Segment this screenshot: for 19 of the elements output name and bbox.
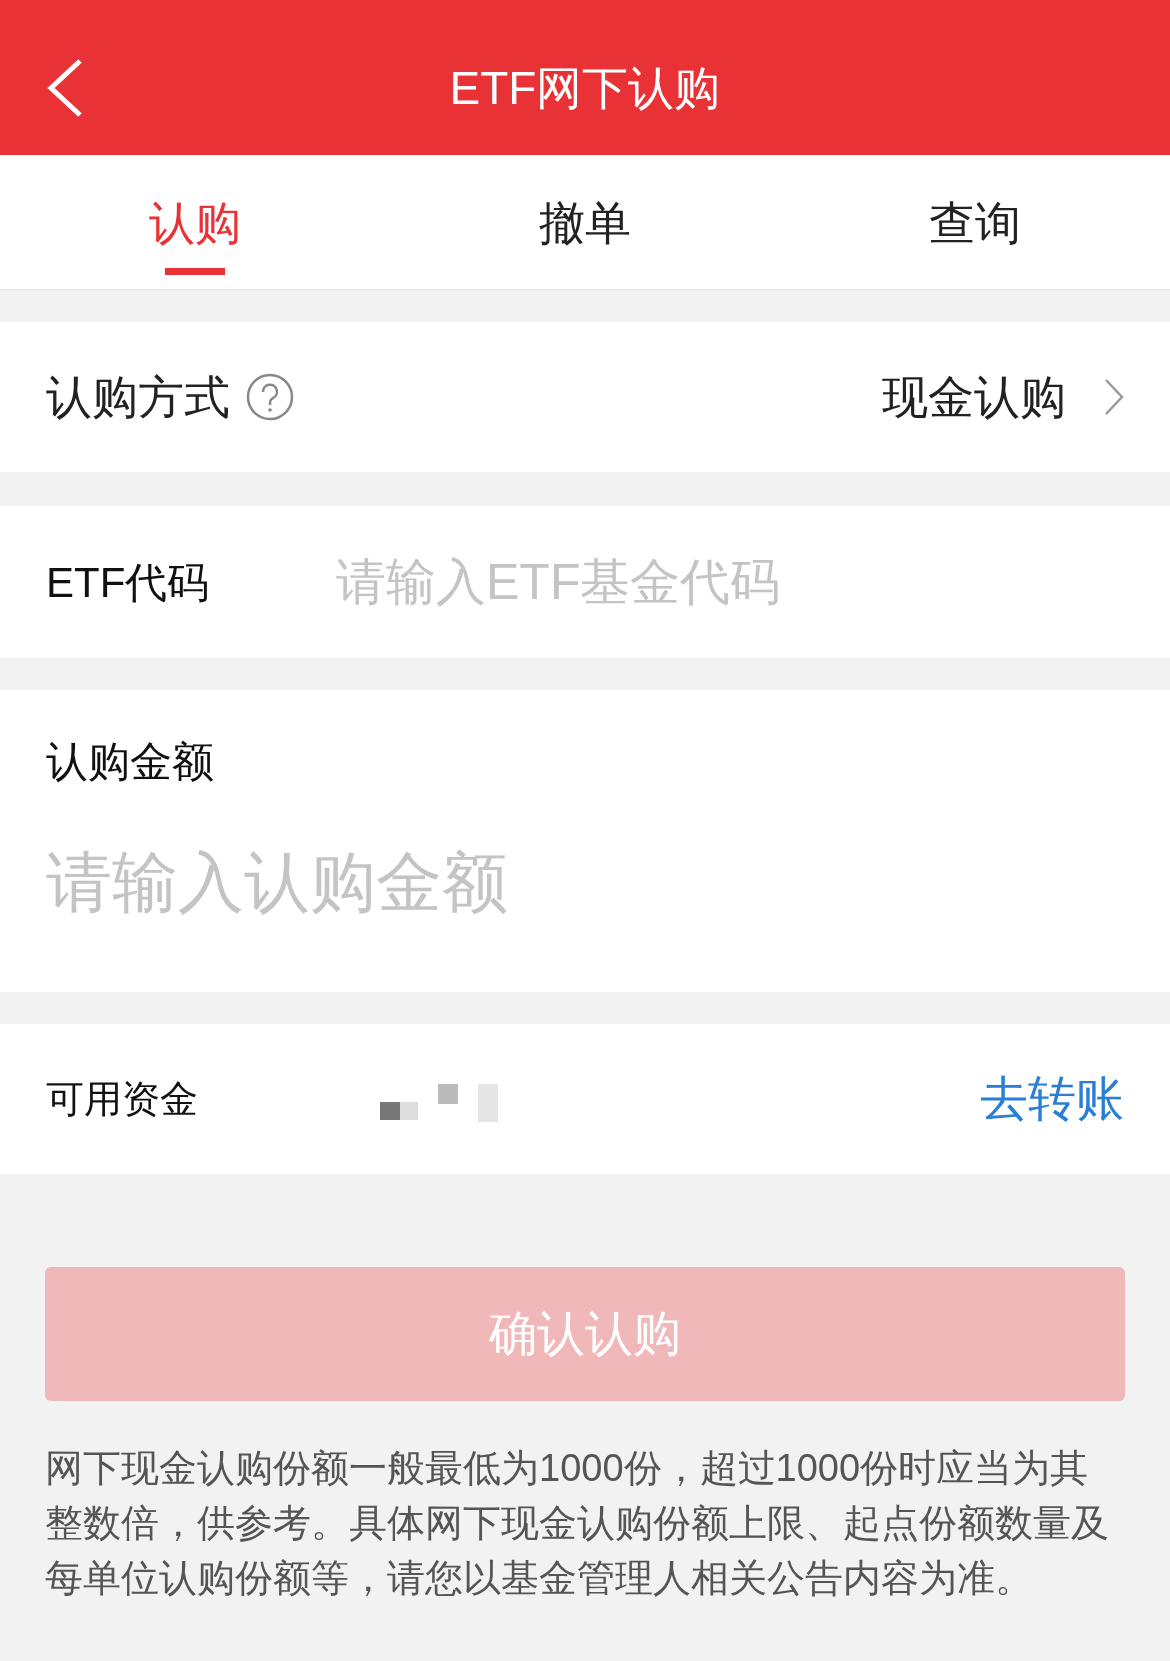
tab[interactable]: 撤单 [390, 155, 780, 289]
chevron-right-icon [1104, 378, 1124, 416]
transfer-link[interactable]: 去转账 [980, 1063, 1124, 1135]
page-title: ETF网下认购 [449, 61, 721, 116]
tab[interactable]: 认购 [0, 155, 390, 289]
method-value: 现金认购 [882, 369, 1066, 425]
method-row[interactable]: 认购方式 现金认购 [0, 322, 1170, 472]
amount-label: 认购金额 [46, 737, 215, 787]
back-icon[interactable] [46, 58, 84, 118]
etf-code-row[interactable]: ETF代码 请输入ETF基金代码 [0, 506, 1170, 658]
funds-label: 可用资金 [46, 1076, 199, 1122]
etf-code-field[interactable]: 请输入ETF基金代码 [336, 544, 1124, 620]
method-label: 认购方式 [46, 369, 230, 425]
etf-code-label: ETF代码 [46, 557, 211, 608]
note-text: 网下现金认购份额一般最低为1000份，超过1000份时应当为其整数倍，供参考。具体网下现金认购份额上限、起点份额数量及每单位认购份额等，请您以基金管理人相关公告内容为准。 [45, 1446, 1110, 1601]
tab[interactable]: 查询 [780, 155, 1170, 289]
amount-field[interactable]: 请输入认购金额 [46, 833, 1124, 932]
amount-panel[interactable]: 认购金额 请输入认购金额 [0, 690, 1170, 992]
help-icon[interactable] [246, 373, 294, 421]
